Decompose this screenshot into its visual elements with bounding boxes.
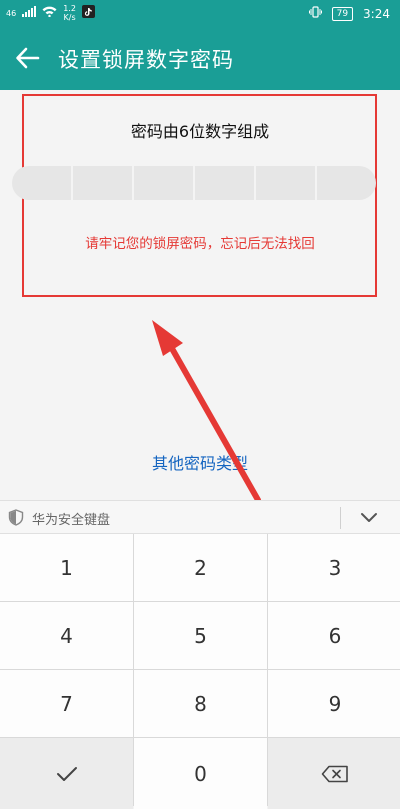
vibrate-icon — [308, 6, 322, 21]
app-bar: 设置锁屏数字密码 — [0, 28, 400, 90]
pin-setup-panel — [0, 90, 400, 493]
key-3[interactable]: 3 — [268, 534, 400, 601]
key-2[interactable]: 2 — [134, 534, 267, 601]
pin-digit-slot — [195, 166, 256, 200]
network-speed: 1.2 K/s — [63, 4, 76, 22]
numeric-keypad: 1 2 3 4 5 6 7 8 9 0 — [0, 534, 400, 809]
key-7[interactable]: 7 — [0, 670, 133, 737]
tiktok-icon — [81, 5, 95, 21]
backspace-key[interactable] — [268, 738, 400, 809]
backspace-icon — [321, 765, 348, 782]
checkmark-icon — [56, 766, 77, 781]
key-4[interactable]: 4 — [0, 602, 133, 669]
keyboard-header: 华为安全键盘 — [0, 500, 400, 534]
key-0[interactable]: 0 — [134, 738, 267, 809]
pin-digit-slot — [134, 166, 195, 200]
key-9[interactable]: 9 — [268, 670, 400, 737]
keyboard-label: 华为安全键盘 — [32, 513, 111, 528]
key-1[interactable]: 1 — [0, 534, 133, 601]
pin-digit-slot — [256, 166, 317, 200]
page-title: 设置锁屏数字密码 — [58, 48, 234, 72]
pin-warning: 请牢记您的锁屏密码，忘记后无法找回 — [85, 236, 315, 252]
key-6[interactable]: 6 — [268, 602, 400, 669]
key-8[interactable]: 8 — [134, 670, 267, 737]
back-arrow-icon — [16, 47, 40, 69]
confirm-key[interactable] — [0, 738, 133, 809]
key-5[interactable]: 5 — [134, 602, 267, 669]
network-speed-value: 1.2 — [63, 4, 76, 13]
pin-digit-slot — [317, 166, 376, 200]
clock: 3:24 — [363, 6, 390, 21]
pin-input[interactable] — [12, 166, 376, 200]
other-password-types-link[interactable]: 其他密码类型 — [0, 450, 400, 474]
network-type: 46 — [6, 8, 17, 18]
back-button[interactable] — [14, 44, 42, 72]
pin-digit-slot — [12, 166, 73, 200]
network-speed-unit: K/s — [63, 13, 76, 22]
signal-icon — [22, 6, 37, 20]
chevron-down-icon[interactable] — [360, 510, 378, 524]
status-bar: 46 1.2 K/s 79 3:24 — [0, 0, 400, 28]
battery-indicator: 79 — [331, 6, 354, 21]
wifi-icon — [42, 6, 57, 20]
pin-digit-slot — [73, 166, 134, 200]
pin-heading: 密码由6位数字组成 — [130, 122, 270, 141]
shield-icon — [8, 509, 24, 526]
divider — [340, 507, 341, 529]
